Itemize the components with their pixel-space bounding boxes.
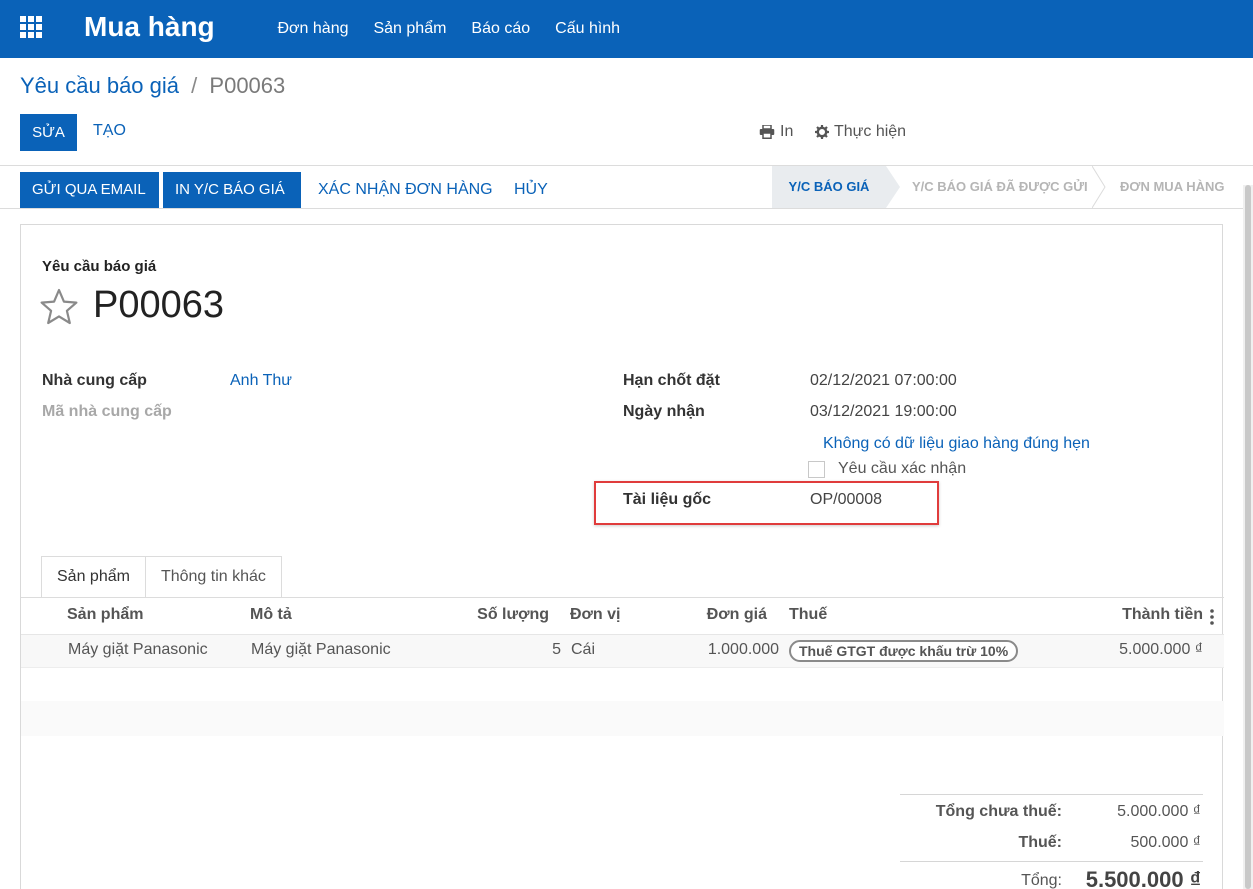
cell-uom[interactable]: Cái bbox=[571, 641, 595, 659]
order-lines-header: Sản phẩm Mô tả Số lượng Đơn vị Đơn giá T… bbox=[21, 598, 1224, 635]
receipt-date-value[interactable]: 03/12/2021 19:00:00 bbox=[810, 403, 957, 421]
print-label: In bbox=[780, 123, 794, 140]
edit-button[interactable]: SỬA bbox=[20, 114, 77, 151]
grand-total-label: Tổng: bbox=[1021, 872, 1062, 889]
top-menu: Đơn hàng Sản phẩm Báo cáo Cấu hình bbox=[265, 0, 633, 58]
cell-product[interactable]: Máy giặt Panasonic bbox=[68, 641, 208, 659]
tab-other-info[interactable]: Thông tin khác bbox=[145, 556, 282, 598]
col-subtotal[interactable]: Thành tiền bbox=[1122, 606, 1203, 624]
cell-subtotal: 5.000.000 ₫ bbox=[1119, 641, 1203, 658]
vendor-reference-label: Mã nhà cung cấp bbox=[42, 403, 172, 420]
apps-grid-icon[interactable] bbox=[20, 16, 42, 38]
order-deadline-label: Hạn chốt đặt bbox=[623, 372, 720, 389]
app-title[interactable]: Mua hàng bbox=[84, 11, 215, 43]
col-description[interactable]: Mô tả bbox=[250, 606, 292, 624]
col-quantity[interactable]: Số lượng bbox=[477, 606, 549, 624]
grand-total-value: 5.500.000 ₫ bbox=[1085, 867, 1201, 889]
cell-description[interactable]: Máy giặt Panasonic bbox=[251, 641, 391, 659]
col-uom[interactable]: Đơn vị bbox=[570, 606, 621, 624]
cell-unit-price[interactable]: 1.000.000 bbox=[708, 641, 779, 659]
top-navbar: Mua hàng Đơn hàng Sản phẩm Báo cáo Cấu h… bbox=[0, 0, 1253, 58]
breadcrumb-separator: / bbox=[191, 73, 198, 98]
col-taxes[interactable]: Thuế bbox=[789, 606, 827, 624]
send-email-button[interactable]: GỬI QUA EMAIL bbox=[20, 172, 159, 208]
gear-icon bbox=[815, 125, 829, 139]
source-document-highlight bbox=[594, 481, 939, 525]
untaxed-total-label: Tổng chưa thuế: bbox=[935, 803, 1062, 820]
confirm-order-button[interactable]: XÁC NHẬN ĐƠN HÀNG bbox=[318, 172, 493, 208]
notebook-tabs: Sản phẩm Thông tin khác bbox=[41, 556, 282, 598]
empty-row bbox=[21, 701, 1224, 736]
tax-total-label: Thuế: bbox=[1018, 834, 1062, 851]
stage-divider bbox=[1092, 166, 1106, 208]
col-unit-price[interactable]: Đơn giá bbox=[707, 606, 767, 624]
menu-products[interactable]: Sản phẩm bbox=[361, 20, 459, 38]
kebab-icon[interactable] bbox=[1210, 609, 1214, 625]
stage-rfq[interactable]: Y/C BÁO GIÁ bbox=[772, 166, 900, 208]
vendor-label: Nhà cung cấp bbox=[42, 372, 147, 389]
menu-orders[interactable]: Đơn hàng bbox=[265, 20, 361, 38]
tax-badge[interactable]: Thuế GTGT được khấu trừ 10% bbox=[789, 640, 1019, 662]
totals-top-divider bbox=[900, 794, 1203, 795]
stage-rfq-sent[interactable]: Y/C BÁO GIÁ ĐÃ ĐƯỢC GỬI bbox=[912, 166, 1088, 208]
totals-bottom-divider bbox=[900, 861, 1203, 862]
tab-products[interactable]: Sản phẩm bbox=[41, 556, 146, 598]
print-dropdown[interactable]: In bbox=[759, 123, 793, 141]
form-sheet: Yêu cầu báo giá P00063 Nhà cung cấp Anh … bbox=[20, 224, 1224, 889]
cell-quantity[interactable]: 5 bbox=[552, 641, 561, 659]
printer-icon bbox=[759, 125, 775, 139]
breadcrumb-parent[interactable]: Yêu cầu báo giá bbox=[20, 73, 179, 98]
action-label: Thực hiện bbox=[834, 123, 907, 140]
document-name: P00063 bbox=[93, 284, 225, 326]
col-product[interactable]: Sản phẩm bbox=[67, 606, 143, 624]
print-rfq-button[interactable]: IN Y/C BÁO GIÁ bbox=[163, 172, 301, 208]
ask-confirmation-label: Yêu cầu xác nhận bbox=[838, 460, 967, 477]
document-type-label: Yêu cầu báo giá bbox=[42, 258, 157, 275]
order-deadline-value[interactable]: 02/12/2021 07:00:00 bbox=[810, 372, 957, 390]
menu-configuration[interactable]: Cấu hình bbox=[543, 20, 633, 38]
create-button[interactable]: TẠO bbox=[93, 122, 126, 140]
receipt-date-label: Ngày nhận bbox=[623, 403, 705, 420]
on-time-delivery-link[interactable]: Không có dữ liệu giao hàng đúng hẹn bbox=[823, 435, 1090, 453]
cancel-button[interactable]: HỦY bbox=[514, 172, 548, 208]
ask-confirmation-checkbox[interactable] bbox=[808, 461, 825, 478]
table-row[interactable]: Máy giặt Panasonic Máy giặt Panasonic 5 … bbox=[21, 635, 1224, 668]
breadcrumb: Yêu cầu báo giá / P00063 bbox=[20, 73, 285, 99]
vendor-value[interactable]: Anh Thư bbox=[230, 372, 292, 390]
page-scrollbar-thumb[interactable] bbox=[1245, 185, 1251, 889]
star-icon[interactable] bbox=[39, 287, 79, 327]
untaxed-total-value: 5.000.000 ₫ bbox=[1117, 803, 1201, 820]
tax-total-value: 500.000 ₫ bbox=[1130, 834, 1202, 851]
stage-purchase-order[interactable]: ĐƠN MUA HÀNG bbox=[1120, 166, 1225, 208]
status-bar: GỬI QUA EMAIL IN Y/C BÁO GIÁ XÁC NHẬN ĐƠ… bbox=[0, 165, 1253, 209]
menu-reports[interactable]: Báo cáo bbox=[459, 20, 543, 38]
breadcrumb-current: P00063 bbox=[209, 73, 286, 98]
action-dropdown[interactable]: Thực hiện bbox=[815, 123, 906, 141]
